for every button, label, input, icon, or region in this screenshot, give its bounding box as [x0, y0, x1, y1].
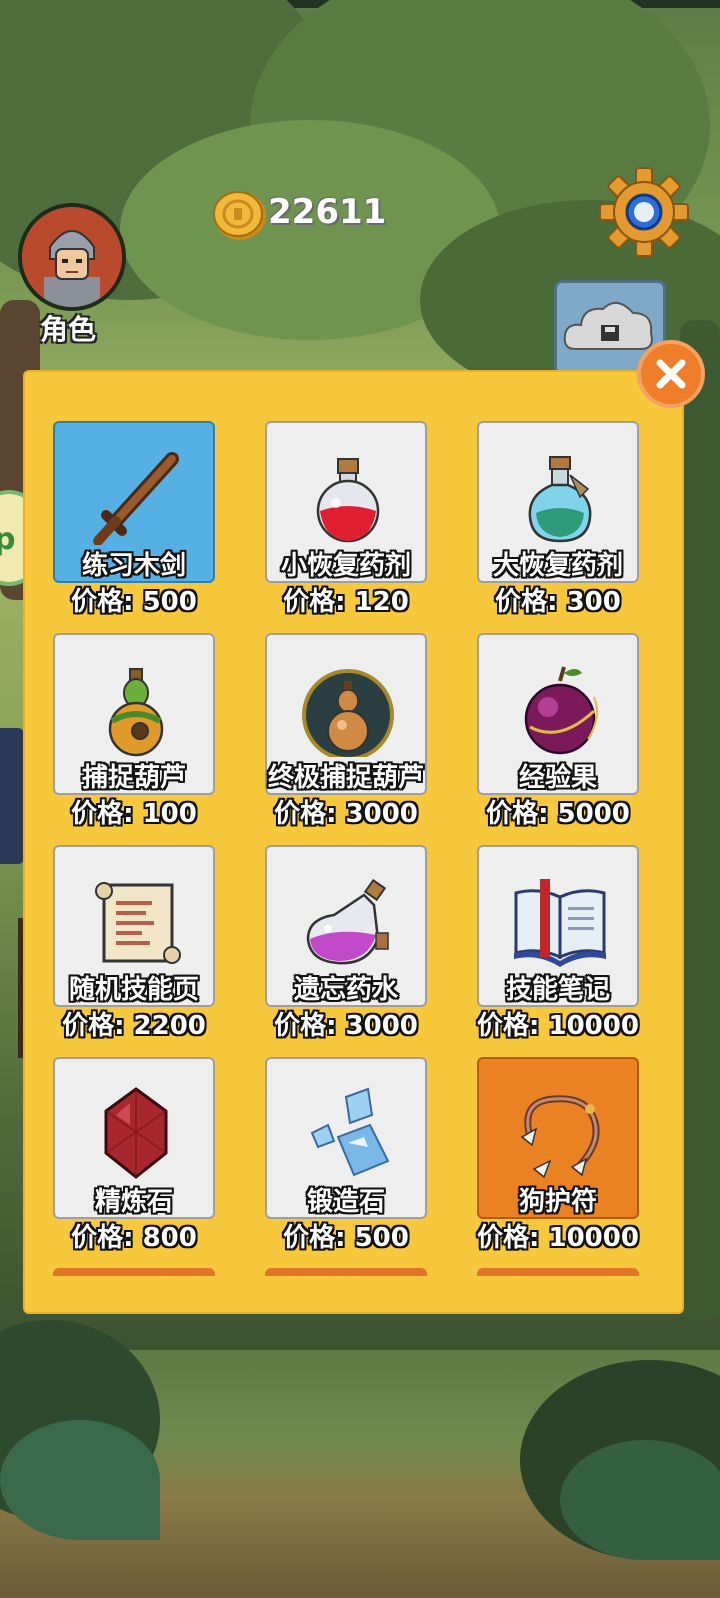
close-icon — [656, 359, 686, 389]
coin-count: 22611 — [268, 192, 387, 232]
capture-gourd-icon — [108, 668, 164, 757]
item-price: 价格: 3000 — [274, 1011, 418, 1041]
small-potion-icon — [316, 458, 380, 543]
character-avatar[interactable] — [18, 203, 126, 311]
item-name: 随机技能页 — [68, 975, 199, 1005]
ultimate-gourd-icon — [302, 669, 394, 757]
wooden-sword-icon — [93, 452, 179, 545]
settings-gear-icon[interactable] — [598, 166, 690, 258]
item-name: 锻造石 — [306, 1187, 385, 1217]
gold-coin-icon — [213, 191, 266, 240]
forget-potion-icon — [306, 878, 389, 965]
item-price: 价格: 800 — [71, 1223, 197, 1253]
item-price: 价格: 120 — [283, 587, 409, 617]
item-name: 狗护符 — [518, 1187, 597, 1217]
amulet-icon — [520, 1095, 600, 1179]
item-price: 价格: 500 — [71, 587, 197, 617]
item-price: 价格: 300 — [495, 587, 621, 617]
next-row-card — [477, 1268, 639, 1276]
exp-fruit-icon — [524, 666, 598, 755]
item-price: 价格: 5000 — [486, 799, 630, 829]
item-name: 经验果 — [518, 763, 597, 793]
item-price: 价格: 100 — [71, 799, 197, 829]
item-name: 技能笔记 — [505, 975, 610, 1005]
item-name: 大恢复药剂 — [492, 551, 623, 581]
side-event-label: p — [0, 522, 16, 557]
book-icon — [514, 879, 606, 967]
item-price: 价格: 500 — [283, 1223, 409, 1253]
item-name: 遗忘药水 — [293, 975, 398, 1005]
item-price: 价格: 2200 — [62, 1011, 206, 1041]
item-name: 精炼石 — [94, 1187, 173, 1217]
item-name: 小恢复药剂 — [280, 551, 411, 581]
next-row-card — [265, 1268, 427, 1276]
crystal-icon — [310, 1087, 390, 1177]
ruby-icon — [104, 1087, 168, 1179]
item-name: 练习木剑 — [81, 551, 186, 581]
item-price: 价格: 10000 — [477, 1011, 639, 1041]
knight-portrait-icon — [22, 207, 122, 307]
scroll-icon — [95, 882, 181, 964]
item-price: 价格: 3000 — [274, 799, 418, 829]
side-tab — [0, 728, 24, 864]
item-name: 终极捕捉葫芦 — [267, 763, 424, 793]
close-button[interactable] — [637, 340, 705, 408]
large-potion-icon — [528, 456, 592, 543]
item-name: 捕捉葫芦 — [81, 763, 186, 793]
next-row-card — [53, 1268, 215, 1276]
item-price: 价格: 10000 — [477, 1223, 639, 1253]
character-label[interactable]: 角色 — [40, 308, 96, 348]
